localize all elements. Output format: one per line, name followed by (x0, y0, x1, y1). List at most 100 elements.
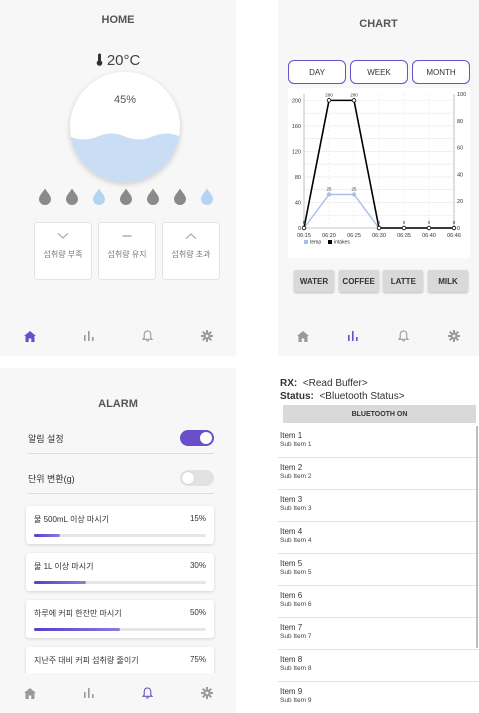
intake-button-2[interactable]: 섭취량 유지 (98, 222, 156, 280)
list-item[interactable]: Item 6 Sub Item 6 (278, 586, 479, 618)
nav-item-home[interactable] (15, 321, 45, 351)
divider (28, 493, 214, 494)
goal-row: 물 500mL 이상 마시기 15% (34, 514, 206, 525)
list-item-subtitle: Sub Item 9 (280, 697, 312, 704)
data-label-intakes: 0 (378, 220, 381, 225)
drop-icon (119, 188, 133, 210)
intake-button-1[interactable]: 섭취량 부족 (34, 222, 92, 280)
goal-card: 물 1L 이상 마시기 30% (26, 553, 214, 591)
goal-label: 지난주 대비 커피 섭취량 줄이기 (34, 656, 139, 665)
list-item[interactable]: Item 1 Sub Item 1 (278, 426, 479, 458)
data-point-temp (351, 192, 357, 197)
latte-button[interactable]: LATTE (383, 270, 424, 292)
tab-month[interactable]: MONTH (412, 60, 470, 84)
drop-icon (92, 188, 106, 210)
x-tick-label: 06:30 (372, 233, 386, 239)
y-right-tick-label: 20 (457, 199, 463, 205)
temperature-value: 20°C (106, 52, 141, 69)
data-label-intakes: 0 (453, 220, 456, 225)
home-icon (23, 330, 36, 342)
goal-label: 물 500mL 이상 마시기 (34, 515, 109, 524)
goal-row: 지난주 대비 커피 섭취량 줄이기 75% (34, 655, 206, 666)
x-tick-label: 06:40 (422, 233, 436, 239)
notification-toggle[interactable] (180, 430, 214, 446)
bell-icon (142, 330, 153, 342)
unit-toggle[interactable] (180, 470, 214, 486)
data-point-intakes (401, 225, 407, 231)
setting-row-1: 알림 설정 (28, 430, 214, 454)
drop-icon (38, 188, 52, 210)
x-tick-label: 06:35 (397, 233, 411, 239)
data-point-intakes (376, 225, 382, 231)
bottom-nav (0, 316, 236, 356)
tab-week[interactable]: WEEK (350, 60, 408, 84)
minus-icon (121, 227, 133, 245)
chevron-down-icon (57, 227, 69, 245)
x-tick-label: 06:15 (297, 233, 311, 239)
list-item[interactable]: Item 5 Sub Item 5 (278, 554, 479, 586)
nav-item-gear[interactable] (439, 321, 469, 351)
list-scrollbar[interactable] (476, 426, 478, 648)
list-item[interactable]: Item 2 Sub Item 2 (278, 458, 479, 490)
list-item[interactable]: Item 8 Sub Item 8 (278, 650, 479, 682)
setting-row-2: 단위 변환(g) (28, 470, 214, 494)
y-left-tick-label: 40 (295, 200, 301, 206)
data-label-temp: 25 (326, 187, 332, 192)
chevron-up-icon (185, 227, 197, 245)
home-icon (297, 330, 310, 342)
list-item-title: Item 6 (280, 591, 303, 600)
drop-icon (146, 188, 160, 210)
data-point-intakes (326, 98, 332, 103)
nav-item-chart[interactable] (74, 678, 104, 708)
list-item[interactable]: Item 4 Sub Item 4 (278, 522, 479, 554)
page-title: ALARM (98, 398, 138, 410)
coffee-button[interactable]: COFFEE (338, 270, 379, 292)
goal-progress-bar (34, 534, 206, 537)
nav-item-bell[interactable] (389, 321, 419, 351)
list-item-subtitle: Sub Item 8 (280, 665, 312, 672)
water-button[interactable]: WATER (294, 270, 334, 292)
water-wave (70, 133, 180, 182)
list-item-title: Item 7 (280, 623, 303, 632)
gear-icon (200, 687, 213, 699)
goal-progress-bar (34, 581, 206, 584)
nav-item-gear[interactable] (192, 321, 222, 351)
intake-button-label: 섭취량 유지 (107, 250, 147, 259)
chart-screen: CHART DAY WEEK MONTH 0 40 80 120 160 200 0 20 40 60… (278, 0, 479, 356)
goal-card: 물 500mL 이상 마시기 15% (26, 506, 214, 544)
nav-item-home[interactable] (15, 678, 45, 708)
data-point-temp (326, 192, 332, 197)
list-item[interactable]: Item 9 Sub Item 9 (278, 682, 479, 713)
y-left-tick-label: 200 (292, 98, 301, 104)
nav-item-bell[interactable] (133, 321, 163, 351)
list-item[interactable]: Item 3 Sub Item 3 (278, 490, 479, 522)
intake-buttons: 섭취량 부족 섭취량 유지 섭취량 초과 (34, 222, 220, 280)
tab-day[interactable]: DAY (288, 60, 346, 84)
goal-percent: 75% (189, 655, 206, 664)
list-item-subtitle: Sub Item 3 (280, 505, 312, 512)
goal-progress-bar (34, 628, 206, 631)
nav-item-gear[interactable] (192, 678, 222, 708)
legend-swatch-intakes (328, 240, 332, 244)
y-right-tick-label: 0 (457, 226, 460, 232)
intake-button-3[interactable]: 섭취량 초과 (162, 222, 220, 280)
temperature-display: 20°C (0, 52, 236, 70)
rx-label: RX: (280, 378, 298, 389)
setting-label: 알림 설정 (28, 433, 64, 444)
page-title: CHART (359, 18, 398, 30)
home-icon (23, 687, 36, 699)
nav-item-chart[interactable] (338, 321, 368, 351)
list-item[interactable]: Item 7 Sub Item 7 (278, 618, 479, 650)
milk-button[interactable]: MILK (427, 270, 468, 292)
list-item-title: Item 3 (280, 495, 303, 504)
goal-progress-fill (34, 581, 86, 584)
y-left-tick-label: 0 (298, 226, 301, 232)
legend-swatch-temp (304, 240, 308, 244)
list-item-subtitle: Sub Item 1 (280, 441, 312, 448)
nav-item-home[interactable] (288, 321, 318, 351)
nav-item-chart[interactable] (74, 321, 104, 351)
goal-label: 물 1L 이상 마시기 (34, 562, 94, 571)
nav-item-bell[interactable] (133, 678, 163, 708)
y-left-tick-label: 120 (292, 149, 301, 155)
bluetooth-on-button[interactable]: BLUETOOTH ON (283, 405, 476, 423)
